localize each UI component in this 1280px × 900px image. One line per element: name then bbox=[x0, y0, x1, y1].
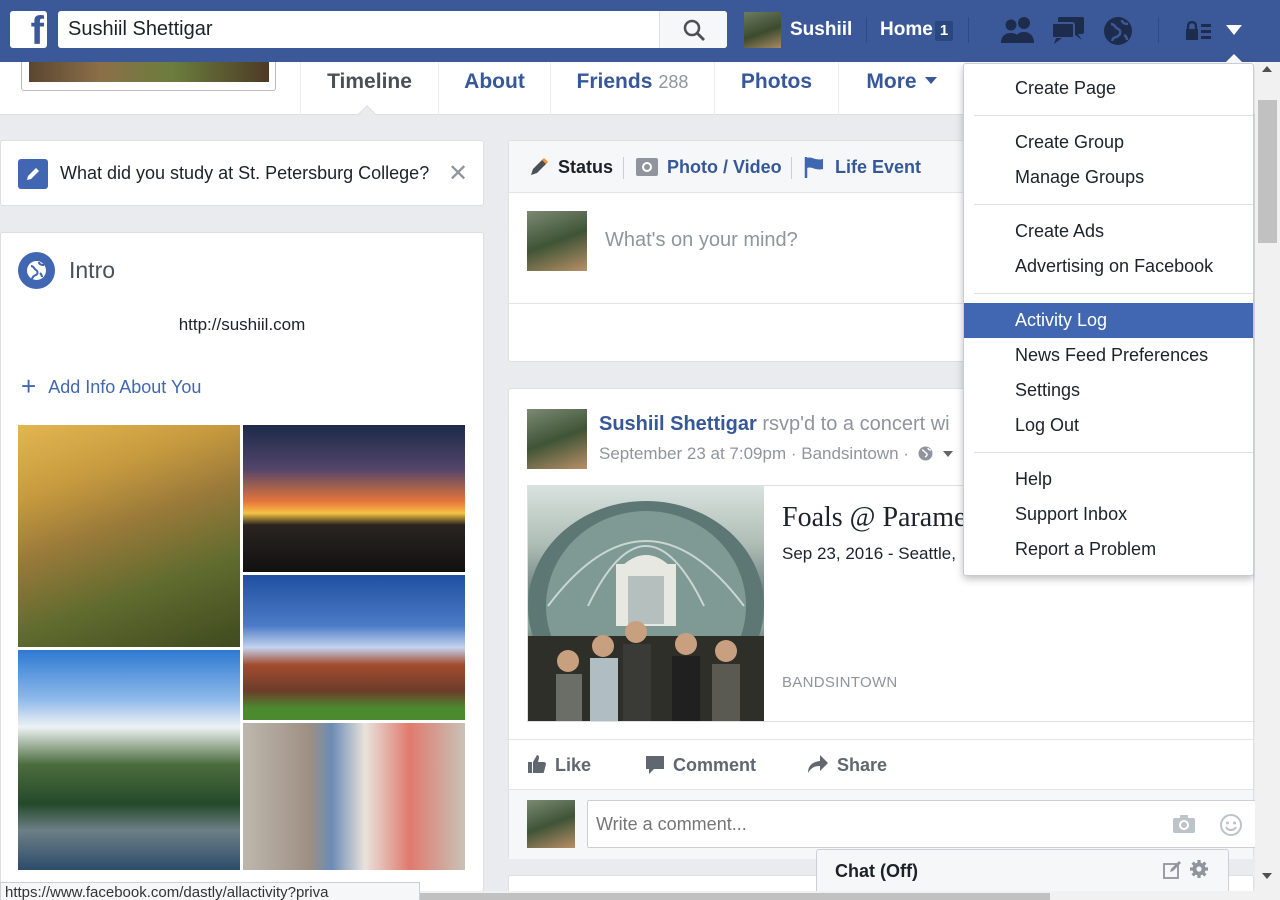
share-button[interactable]: Share bbox=[807, 754, 887, 776]
avatar bbox=[527, 800, 575, 848]
menu-divider bbox=[974, 115, 1253, 116]
pencil-icon bbox=[18, 159, 48, 189]
new-message-icon[interactable] bbox=[1162, 860, 1182, 880]
menu-item-create-ads[interactable]: Create Ads bbox=[964, 214, 1253, 249]
menu-item-log-out[interactable]: Log Out bbox=[964, 408, 1253, 443]
notifications-globe-icon[interactable] bbox=[1102, 15, 1134, 47]
gear-icon[interactable] bbox=[1189, 859, 1209, 879]
chat-label: Chat (Off) bbox=[835, 861, 918, 881]
tab-friends[interactable]: Friends 288 bbox=[550, 62, 714, 115]
post-header: Sushiil Shettigar rsvp'd to a concert wi bbox=[599, 413, 950, 435]
close-icon[interactable]: ✕ bbox=[448, 159, 468, 188]
tab-photos[interactable]: Photos bbox=[714, 62, 838, 115]
add-info-link[interactable]: + Add Info About You bbox=[21, 371, 201, 402]
plus-icon: + bbox=[21, 371, 37, 401]
facebook-logo-icon[interactable]: f bbox=[10, 11, 47, 48]
pencil-icon bbox=[531, 157, 549, 175]
website-link[interactable]: http://sushiil.com bbox=[1, 315, 483, 335]
search-bar bbox=[58, 11, 727, 48]
browser-status-url: https://www.facebook.com/dastly/allactiv… bbox=[0, 882, 420, 900]
camera-icon bbox=[636, 158, 658, 176]
separator bbox=[968, 17, 969, 43]
menu-item-news-feed-preferences[interactable]: News Feed Preferences bbox=[964, 338, 1253, 373]
flag-icon bbox=[804, 157, 823, 178]
account-menu-caret-icon[interactable] bbox=[1226, 25, 1242, 35]
composer-tab-photo-video[interactable]: Photo / Video bbox=[667, 157, 782, 178]
menu-item-settings[interactable]: Settings bbox=[964, 373, 1253, 408]
separator bbox=[791, 157, 792, 179]
intro-card: Intro http://sushiil.com + Add Info About… bbox=[0, 232, 484, 892]
featured-photo-industrial-park[interactable] bbox=[243, 575, 465, 720]
friends-count: 288 bbox=[658, 72, 689, 92]
event-source: BANDSINTOWN bbox=[782, 674, 898, 691]
messages-icon[interactable] bbox=[1050, 15, 1086, 45]
comment-icon bbox=[646, 756, 664, 774]
menu-divider bbox=[974, 204, 1253, 205]
menu-item-report-problem[interactable]: Report a Problem bbox=[964, 532, 1253, 567]
horizontal-scrollbar-thumb[interactable] bbox=[420, 893, 1050, 900]
composer-tab-life-event[interactable]: Life Event bbox=[835, 157, 921, 178]
camera-icon[interactable] bbox=[1172, 814, 1196, 834]
vertical-scrollbar-thumb[interactable] bbox=[1258, 100, 1277, 243]
attachment-photo[interactable] bbox=[528, 486, 764, 721]
account-settings-menu: Create Page Create Group Manage Groups C… bbox=[963, 63, 1254, 576]
featured-photo-city-sunset[interactable] bbox=[243, 425, 465, 572]
share-arrow-icon bbox=[808, 755, 828, 773]
avatar bbox=[527, 211, 587, 271]
emoji-icon[interactable] bbox=[1219, 813, 1243, 837]
home-link[interactable]: Home bbox=[880, 19, 933, 41]
separator bbox=[623, 157, 624, 179]
menu-divider bbox=[974, 452, 1253, 453]
comment-input[interactable] bbox=[588, 801, 1148, 847]
featured-photo-couple[interactable] bbox=[243, 723, 465, 870]
globe-icon bbox=[918, 446, 933, 461]
chevron-down-icon[interactable] bbox=[943, 451, 954, 457]
featured-photo-lake-mountains[interactable] bbox=[18, 650, 240, 870]
chevron-down-icon bbox=[924, 77, 937, 84]
menu-item-advertising[interactable]: Advertising on Facebook bbox=[964, 249, 1253, 284]
education-prompt-card: What did you study at St. Petersburg Col… bbox=[0, 140, 484, 206]
post-timestamp-link[interactable]: September 23 at 7:09pm · Bandsintown · bbox=[599, 444, 909, 463]
menu-item-manage-groups[interactable]: Manage Groups bbox=[964, 160, 1253, 195]
menu-item-create-page[interactable]: Create Page bbox=[964, 71, 1253, 106]
comment-field bbox=[587, 800, 1257, 848]
intro-title: Intro bbox=[69, 257, 116, 283]
globe-icon bbox=[18, 252, 55, 289]
menu-item-help[interactable]: Help bbox=[964, 462, 1253, 497]
menu-divider bbox=[974, 293, 1253, 294]
top-navigation-bar: f Sushiil Home 1 bbox=[0, 0, 1280, 62]
friend-requests-icon[interactable] bbox=[1000, 15, 1036, 45]
status-input[interactable]: What's on your mind? bbox=[605, 229, 798, 252]
privacy-lock-icon[interactable] bbox=[1185, 21, 1213, 41]
search-icon bbox=[683, 19, 705, 41]
menu-item-create-group[interactable]: Create Group bbox=[964, 125, 1253, 160]
tab-more[interactable]: More bbox=[838, 62, 964, 115]
menu-item-activity-log[interactable]: Activity Log bbox=[964, 303, 1253, 338]
chat-bar[interactable]: Chat (Off) bbox=[816, 849, 1229, 891]
search-input[interactable] bbox=[58, 11, 658, 48]
profile-link[interactable]: Sushiil bbox=[790, 19, 852, 41]
profile-picture[interactable] bbox=[21, 62, 276, 91]
event-title[interactable]: Foals @ Parame bbox=[782, 502, 966, 534]
separator bbox=[1158, 17, 1159, 43]
like-button[interactable]: Like bbox=[527, 754, 591, 776]
separator bbox=[866, 17, 867, 43]
post-author-link[interactable]: Sushiil Shettigar bbox=[599, 413, 757, 435]
featured-photo-mountain-valley[interactable] bbox=[18, 425, 240, 647]
scroll-up-arrow-icon[interactable] bbox=[1262, 66, 1272, 72]
composer-tab-status[interactable]: Status bbox=[558, 157, 613, 178]
search-button[interactable] bbox=[659, 11, 727, 48]
thumbs-up-icon bbox=[528, 755, 546, 773]
post-meta: September 23 at 7:09pm · Bandsintown · bbox=[599, 444, 954, 464]
avatar[interactable] bbox=[527, 409, 587, 469]
comment-button[interactable]: Comment bbox=[645, 754, 756, 776]
education-prompt-text[interactable]: What did you study at St. Petersburg Col… bbox=[60, 163, 429, 184]
scroll-down-arrow-icon[interactable] bbox=[1262, 873, 1272, 879]
event-date: Sep 23, 2016 - Seattle, bbox=[782, 544, 956, 563]
tab-about[interactable]: About bbox=[438, 62, 550, 115]
menu-item-support-inbox[interactable]: Support Inbox bbox=[964, 497, 1253, 532]
home-badge: 1 bbox=[935, 21, 953, 41]
post-actions: Like Comment Share bbox=[509, 739, 1253, 789]
user-avatar[interactable] bbox=[744, 12, 781, 48]
